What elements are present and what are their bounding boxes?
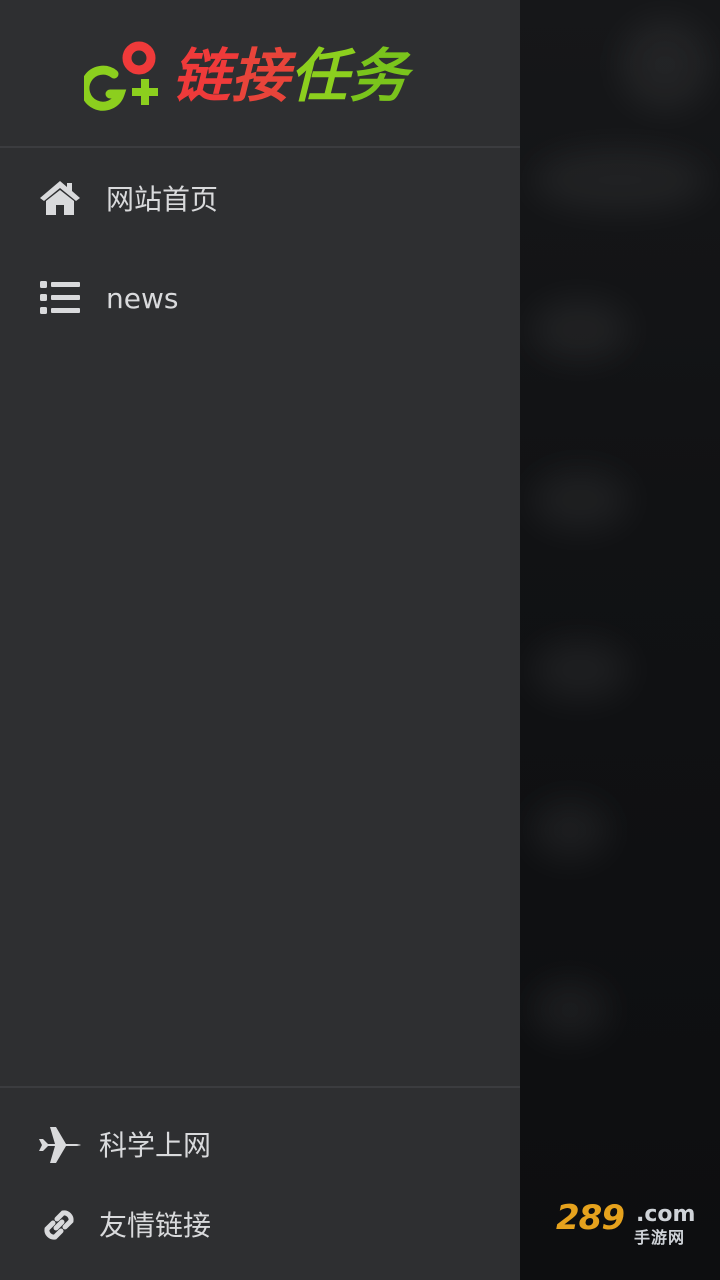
home-icon <box>38 176 82 220</box>
link-icon <box>36 1202 82 1248</box>
watermark-subtitle: 手游网 <box>634 1228 686 1247</box>
nav-item-news[interactable]: news <box>0 248 520 348</box>
blurred-content-shape <box>530 300 630 360</box>
nav-item-label: 网站首页 <box>106 183 219 216</box>
footer-item-vpn[interactable]: 科学上网 <box>0 1104 520 1184</box>
blurred-content-shape <box>530 150 710 210</box>
footer-item-label: 科学上网 <box>99 1129 212 1162</box>
divider <box>0 1086 520 1088</box>
blurred-content-shape <box>530 470 630 530</box>
app-logo-text: 链接任务 <box>172 40 408 112</box>
app-logo[interactable]: 链接任务 <box>84 38 444 116</box>
link-task-logo-icon <box>84 41 158 111</box>
footer-item-label: 友情链接 <box>99 1209 212 1242</box>
nav-item-home[interactable]: 网站首页 <box>0 148 520 248</box>
list-icon <box>38 276 82 320</box>
blurred-content-shape <box>530 980 610 1040</box>
blurred-content-shape <box>530 640 630 700</box>
drawer-header: 链接任务 <box>0 0 520 148</box>
watermark-number: 289 <box>556 1198 625 1238</box>
logo-char: 接 <box>231 42 291 110</box>
site-watermark: 289 .com 手游网 <box>556 1198 700 1248</box>
blurred-content-shape <box>620 20 710 110</box>
blurred-content-shape <box>530 800 610 860</box>
airplane-icon <box>36 1122 82 1168</box>
logo-char: 任 <box>290 42 350 110</box>
logo-char: 链 <box>172 42 232 110</box>
logo-char: 务 <box>349 42 409 110</box>
navigation-drawer: 链接任务 网站首页 news 科学上网 友情链接 <box>0 0 520 1280</box>
footer-item-links[interactable]: 友情链接 <box>0 1184 520 1264</box>
nav-item-label: news <box>106 281 179 315</box>
